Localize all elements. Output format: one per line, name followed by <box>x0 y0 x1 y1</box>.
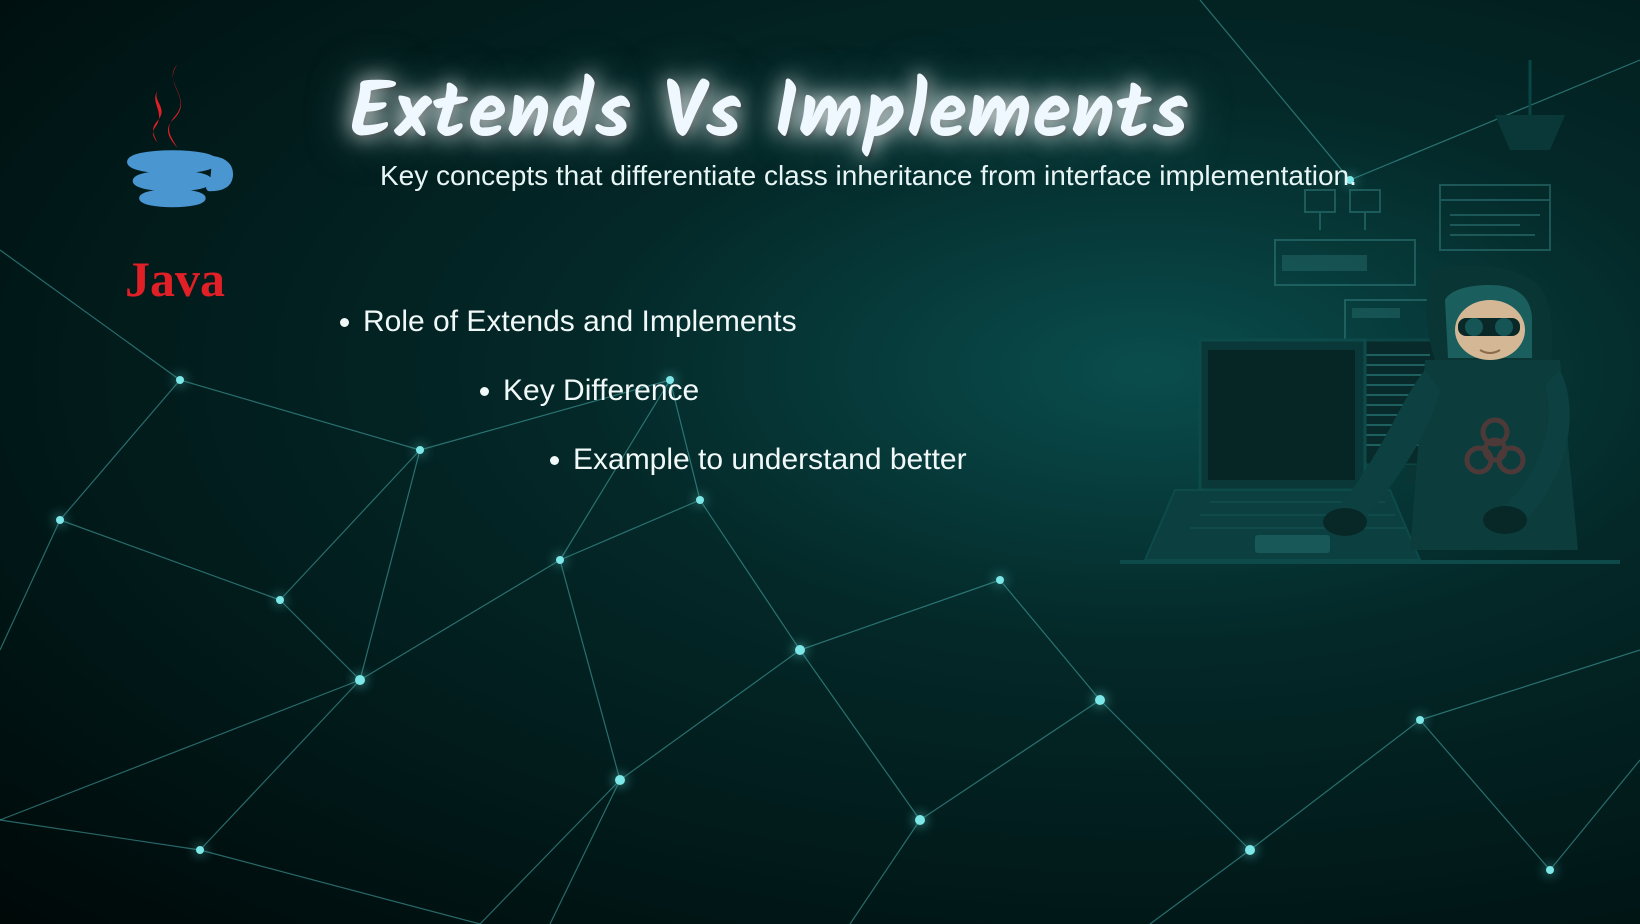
bullet-item: Example to understand better <box>550 443 967 477</box>
bullet-item: Key Difference <box>480 374 967 408</box>
bullet-text: Role of Extends and Implements <box>363 305 797 339</box>
lamp-icon <box>1495 60 1565 150</box>
bullet-list: Role of Extends and Implements Key Diffe… <box>340 305 967 512</box>
bullet-text: Example to understand better <box>573 443 967 477</box>
java-logo-text: Java <box>125 250 225 308</box>
bullet-item: Role of Extends and Implements <box>340 305 967 339</box>
bullet-text: Key Difference <box>503 374 699 408</box>
page-subtitle: Key concepts that differentiate class in… <box>380 160 1357 192</box>
java-logo: Java <box>95 60 255 310</box>
bullet-icon <box>480 387 489 396</box>
bullet-icon <box>550 456 559 465</box>
bullet-icon <box>340 318 349 327</box>
